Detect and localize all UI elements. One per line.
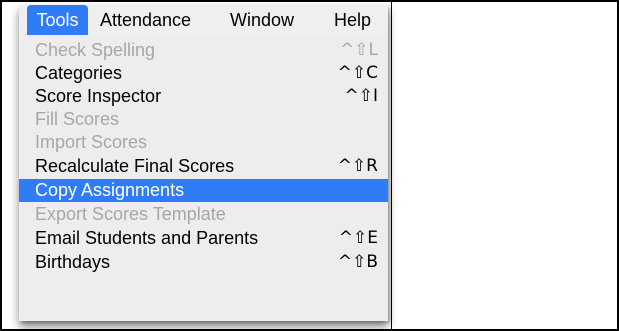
menu-item-email-students-and-parents[interactable]: Email Students and Parents ^⇧E <box>19 227 388 250</box>
menu-item-shortcut: ^⇧B <box>337 252 378 272</box>
menu-item-label: Email Students and Parents <box>35 228 259 248</box>
menu-item-check-spelling[interactable]: Check Spelling ^⇧L <box>19 39 388 62</box>
menu-item-label: Import Scores <box>35 132 148 152</box>
tools-dropdown-menu: Check Spelling ^⇧L Categories ^⇧C Score … <box>19 35 388 321</box>
menu-item-recalculate-final-scores[interactable]: Recalculate Final Scores ^⇧R <box>19 155 388 178</box>
menu-item-label: Fill Scores <box>35 109 120 129</box>
menu-item-label: Recalculate Final Scores <box>35 156 235 176</box>
menu-item-import-scores[interactable]: Import Scores <box>19 131 388 154</box>
frame-top-border <box>0 0 619 2</box>
menubar-attendance[interactable]: Attendance <box>100 5 212 35</box>
frame-column-divider <box>391 0 392 331</box>
menu-item-label: Birthdays <box>35 252 111 272</box>
menu-item-shortcut: ^⇧I <box>344 86 378 106</box>
menu-item-fill-scores[interactable]: Fill Scores <box>19 108 388 131</box>
menu-item-label: Categories <box>35 63 123 83</box>
menubar-help[interactable]: Help <box>334 5 380 35</box>
menu-item-label: Export Scores Template <box>35 204 226 224</box>
menu-item-export-scores-template[interactable]: Export Scores Template <box>19 203 388 226</box>
menu-item-shortcut: ^⇧L <box>340 40 378 60</box>
menubar: Tools Attendance Window Help <box>19 5 388 36</box>
menubar-tools[interactable]: Tools <box>27 5 88 35</box>
menu-item-label: Check Spelling <box>35 40 156 60</box>
menu-item-birthdays[interactable]: Birthdays ^⇧B <box>19 251 388 274</box>
menubar-window[interactable]: Window <box>230 5 306 35</box>
menu-item-shortcut: ^⇧R <box>337 156 378 176</box>
menu-item-label: Score Inspector <box>35 86 162 106</box>
menu-screenshot: Tools Attendance Window Help Check Spell… <box>19 5 388 321</box>
menu-item-shortcut: ^⇧E <box>338 228 378 248</box>
menu-item-categories[interactable]: Categories ^⇧C <box>19 62 388 85</box>
menu-item-score-inspector[interactable]: Score Inspector ^⇧I <box>19 85 388 108</box>
menu-item-label: Copy Assignments <box>35 180 185 200</box>
menu-item-copy-assignments[interactable]: Copy Assignments <box>19 179 388 202</box>
menu-item-shortcut: ^⇧C <box>337 63 378 83</box>
